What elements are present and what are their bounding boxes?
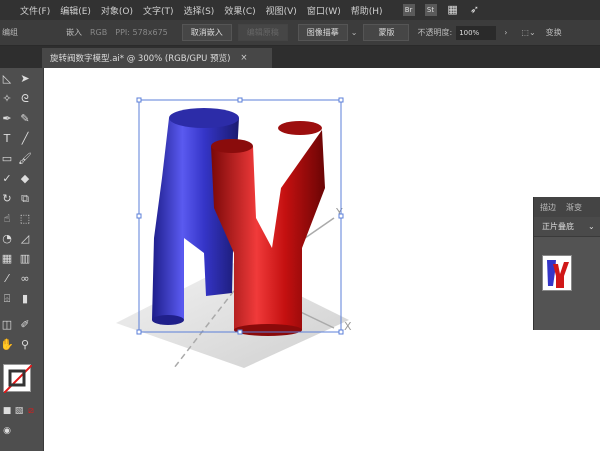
close-tab-icon[interactable]: ×	[240, 53, 247, 63]
unembed-button[interactable]: 取消嵌入	[181, 24, 232, 41]
selection-type-label: 编组	[2, 28, 18, 37]
lasso-icon[interactable]: ᘓ	[18, 92, 32, 106]
svg-text:X: X	[344, 320, 352, 333]
mask-button[interactable]: 蒙版	[363, 24, 410, 41]
line-icon[interactable]: ╱	[18, 132, 32, 146]
menu-edit[interactable]: 编辑(E)	[60, 4, 91, 17]
bridge-icon[interactable]: Br	[402, 4, 415, 16]
rectangle-icon[interactable]: ▭	[0, 152, 14, 166]
none-mode-icon[interactable]: ⧄	[24, 404, 38, 418]
hand-icon[interactable]: ✋	[0, 338, 14, 352]
paintbrush-icon[interactable]: 🖌	[18, 152, 32, 166]
document-tab-title: 旋转阀数字模型.ai* @ 300% (RGB/GPU 预览)	[50, 54, 231, 64]
image-trace-button[interactable]: 图像描摹	[297, 24, 348, 41]
edit-original-button[interactable]: 编辑原稿	[237, 24, 288, 41]
tools-panel: ◺ ➤ ✧ ᘓ ✒ ✎ T ╱ ▭ 🖌 ✓ ◆ ↻ ⧉ ☝ ⬚ ◔ ◿ ▦ ▥ …	[0, 68, 44, 451]
magic-wand-icon[interactable]: ✧	[0, 92, 14, 106]
transform-button[interactable]: 变换	[546, 27, 562, 38]
menu-view[interactable]: 视图(V)	[266, 4, 297, 17]
control-bar: 编组 嵌入 RGB PPI: 578x675 取消嵌入 编辑原稿 图像描摹 ⌄ …	[0, 20, 600, 46]
slice-icon[interactable]: ◫	[0, 318, 14, 332]
transparency-panel: 描边 渐变 正片叠底 ⌄	[533, 197, 600, 330]
blend-mode-select[interactable]: 正片叠底 ⌄	[534, 217, 600, 237]
opacity-input[interactable]: 100%	[456, 25, 497, 40]
free-transform-icon[interactable]: ⬚	[18, 212, 32, 226]
menu-object[interactable]: 对象(O)	[101, 4, 133, 17]
artboard-tool-icon[interactable]: ◺	[0, 72, 14, 86]
shaper-icon[interactable]: ✓	[0, 172, 14, 186]
ground-plane-shadow	[116, 263, 349, 368]
menu-bar: 文件(F) 编辑(E) 对象(O) 文字(T) 选择(S) 效果(C) 视图(V…	[0, 0, 600, 20]
warp-icon[interactable]: ☝	[0, 212, 14, 226]
document-tab-bar: 旋转阀数字模型.ai* @ 300% (RGB/GPU 预览) ×	[0, 46, 600, 68]
tab-gradient[interactable]: 渐变	[566, 202, 582, 213]
eraser-icon[interactable]: ◆	[18, 172, 32, 186]
embed-label: 嵌入	[66, 28, 82, 37]
chevron-right-icon[interactable]: ›	[504, 28, 507, 37]
eyedropper-icon[interactable]: ⁄	[0, 272, 14, 286]
shape-builder-icon[interactable]: ◔	[0, 232, 14, 246]
mesh-icon[interactable]: ▦	[0, 252, 14, 266]
document-tab[interactable]: 旋转阀数字模型.ai* @ 300% (RGB/GPU 预览) ×	[42, 48, 272, 68]
zoom-icon[interactable]: ⚲	[18, 338, 32, 352]
direct-selection-icon[interactable]: ➤	[18, 72, 32, 86]
gradient-icon[interactable]: ▥	[18, 252, 32, 266]
symbol-sprayer-icon[interactable]: ⌹	[0, 292, 14, 306]
blend-icon[interactable]: ∞	[18, 272, 32, 286]
artboard-canvas[interactable]: X Y Z	[44, 68, 600, 451]
type-icon[interactable]: T	[0, 132, 14, 146]
chevron-down-icon[interactable]: ⌄	[351, 28, 358, 37]
color-mode: RGB	[90, 28, 108, 37]
menu-type[interactable]: 文字(T)	[143, 4, 174, 17]
perspective-grid-icon[interactable]: ◿	[18, 232, 32, 246]
stock-icon[interactable]: St	[424, 4, 437, 16]
align-options-icon[interactable]: ⬚⌄	[521, 28, 535, 37]
feather-icon[interactable]: ➶	[469, 4, 481, 16]
blend-mode-value: 正片叠底	[542, 222, 574, 231]
ppi-label: PPI: 578x675	[115, 28, 168, 37]
opacity-label: 不透明度:	[417, 28, 453, 37]
pen-icon[interactable]: ✒	[0, 112, 14, 126]
menu-effect[interactable]: 效果(C)	[224, 4, 255, 17]
object-thumbnail[interactable]	[542, 255, 572, 291]
menu-help[interactable]: 帮助(H)	[351, 4, 383, 17]
scale-icon[interactable]: ⧉	[18, 192, 32, 206]
draw-mode-icon[interactable]: ◉	[0, 424, 14, 438]
fill-stroke-swatch[interactable]	[3, 364, 33, 394]
3d-tube-artwork[interactable]: X Y Z	[44, 68, 600, 451]
menu-window[interactable]: 窗口(W)	[307, 4, 341, 17]
menu-file[interactable]: 文件(F)	[20, 4, 50, 17]
tab-stroke[interactable]: 描边	[540, 202, 556, 213]
curvature-icon[interactable]: ✎	[18, 112, 32, 126]
chevron-down-icon: ⌄	[588, 222, 595, 231]
workspace-layout-icon[interactable]: ▦	[447, 4, 459, 16]
rotate-icon[interactable]: ↻	[0, 192, 14, 206]
menu-select[interactable]: 选择(S)	[184, 4, 215, 17]
column-graph-icon[interactable]: ▮	[18, 292, 32, 306]
eraser-knife-icon[interactable]: ✐	[18, 318, 32, 332]
